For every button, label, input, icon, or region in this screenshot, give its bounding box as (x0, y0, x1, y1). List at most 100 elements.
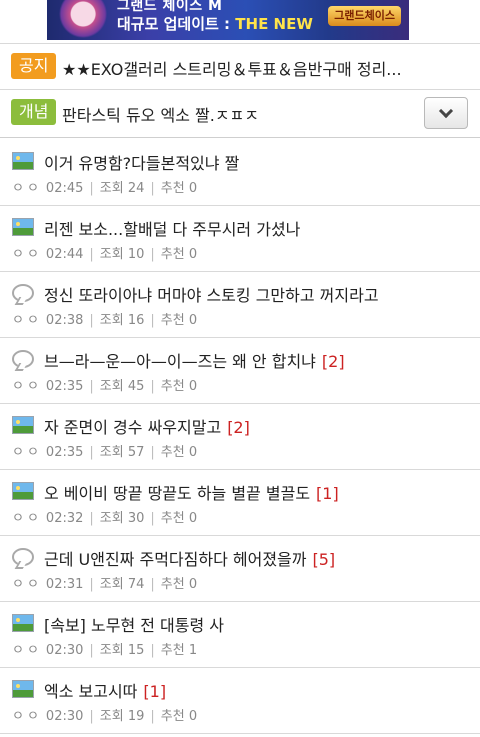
list-item[interactable]: 자 준면이 경수 싸우지말고 [2] ㅇㅇ 02:35 | 조회 57 | 추천 0 (0, 404, 480, 470)
post-author[interactable]: ㅇㅇ (12, 379, 42, 394)
post-views: 조회 15 (99, 643, 145, 658)
meta-divider: | (150, 379, 155, 394)
post-title[interactable]: 리젠 보소...할배덜 다 주무시러 가셨나 (44, 216, 306, 240)
meta-divider: | (89, 709, 94, 724)
post-meta: ㅇㅇ 02:32 | 조회 30 | 추천 0 (12, 507, 197, 526)
post-author[interactable]: ㅇㅇ (12, 445, 42, 460)
post-title-text: 이거 유명함?다들본적있냐 짤 (44, 154, 240, 173)
meta-divider: | (89, 511, 94, 526)
post-author[interactable]: ㅇㅇ (12, 313, 42, 328)
post-title-text: 리젠 보소...할배덜 다 주무시러 가셨나 (44, 220, 301, 239)
list-item[interactable]: 엑소 보고시따 [1] ㅇㅇ 02:30 | 조회 19 | 추천 0 (0, 668, 480, 734)
post-title[interactable]: 이거 유명함?다들본적있냐 짤 (44, 150, 245, 174)
post-views: 조회 45 (99, 379, 145, 394)
notice-row[interactable]: 공지 ★★EXO갤러리 스트리밍＆투표＆음반구매 정리... (0, 43, 480, 90)
meta-divider: | (89, 313, 94, 328)
concept-post-row[interactable]: 개념 판타스틱 듀오 엑소 짤.ㅈㅍㅈ (0, 90, 480, 138)
post-meta: ㅇㅇ 02:35 | 조회 57 | 추천 0 (12, 441, 197, 460)
meta-divider: | (150, 247, 155, 262)
comment-count: [1] (316, 484, 339, 503)
post-title-text: 자 준면이 경수 싸우지말고 (44, 418, 222, 437)
meta-divider: | (150, 511, 155, 526)
post-time: 02:30 (45, 643, 84, 658)
meta-divider: | (150, 577, 155, 592)
list-item[interactable]: 브—라—운—아—이—즈는 왜 안 합치냐 [2] ㅇㅇ 02:35 | 조회 45 | 추천 … (0, 338, 480, 404)
post-title[interactable]: 브—라—운—아—이—즈는 왜 안 합치냐 [2] (44, 348, 345, 372)
post-author[interactable]: ㅇㅇ (12, 247, 42, 262)
post-meta: ㅇㅇ 02:30 | 조회 15 | 추천 1 (12, 639, 197, 658)
post-meta: ㅇㅇ 02:35 | 조회 45 | 추천 0 (12, 375, 197, 394)
speech-bubble-icon (12, 350, 34, 368)
post-author[interactable]: ㅇㅇ (12, 511, 42, 526)
post-recommends: 추천 0 (160, 379, 198, 394)
image-icon (12, 218, 34, 236)
notice-title[interactable]: ★★EXO갤러리 스트리밍＆투표＆음반구매 정리... (62, 56, 407, 80)
post-meta: ㅇㅇ 02:30 | 조회 19 | 추천 0 (12, 705, 197, 724)
post-meta: ㅇㅇ 02:38 | 조회 16 | 추천 0 (12, 309, 197, 328)
post-time: 02:32 (45, 511, 84, 526)
post-author[interactable]: ㅇㅇ (12, 643, 42, 658)
post-views: 조회 10 (99, 247, 145, 262)
post-views: 조회 16 (99, 313, 145, 328)
image-icon (12, 416, 34, 434)
post-title-text: 브—라—운—아—이—즈는 왜 안 합치냐 (44, 352, 316, 371)
post-time: 02:35 (45, 445, 84, 460)
post-views: 조회 30 (99, 511, 145, 526)
post-title-text: [속보] 노무현 전 대통령 사 (44, 616, 225, 635)
banner-game-logo: 그랜드체이스 (328, 6, 401, 26)
ad-banner[interactable]: 그랜드 체이스 M 대규모 업데이트 : THE NEW 그랜드체이스 (47, 0, 409, 40)
post-recommends: 추천 1 (160, 643, 198, 658)
banner-subtitle-text: 대규모 업데이트 : (117, 15, 236, 33)
speech-bubble-icon (12, 548, 34, 566)
ad-banner-area: 그랜드 체이스 M 대규모 업데이트 : THE NEW 그랜드체이스 (0, 0, 480, 43)
post-title[interactable]: 자 준면이 경수 싸우지말고 [2] (44, 414, 250, 438)
post-list: 이거 유명함?다들본적있냐 짤 ㅇㅇ 02:45 | 조회 24 | 추천 0 리젠 보소..… (0, 140, 480, 734)
post-title[interactable]: 정신 또라이아냐 머마야 스토킹 그만하고 꺼지라고 (44, 282, 385, 306)
comment-count: [1] (143, 682, 167, 701)
post-recommends: 추천 0 (160, 511, 198, 526)
speech-bubble-icon (12, 284, 34, 302)
meta-divider: | (89, 181, 94, 196)
post-meta: ㅇㅇ 02:44 | 조회 10 | 추천 0 (12, 243, 197, 262)
post-views: 조회 57 (99, 445, 145, 460)
post-time: 02:44 (45, 247, 84, 262)
post-time: 02:35 (45, 379, 84, 394)
post-author[interactable]: ㅇㅇ (12, 577, 42, 592)
list-item[interactable]: [속보] 노무현 전 대통령 사 ㅇㅇ 02:30 | 조회 15 | 추천 1 (0, 602, 480, 668)
post-title[interactable]: 오 베이비 땅끝 땅끝도 하늘 별끝 별끌도 [1] (44, 480, 339, 504)
post-views: 조회 24 (99, 181, 145, 196)
post-recommends: 추천 0 (160, 445, 198, 460)
post-recommends: 추천 0 (160, 181, 198, 196)
list-item[interactable]: 오 베이비 땅끝 땅끝도 하늘 별끝 별끌도 [1] ㅇㅇ 02:32 | 조회 30 | 추… (0, 470, 480, 536)
concept-post-title[interactable]: 판타스틱 듀오 엑소 짤.ㅈㅍㅈ (62, 102, 407, 126)
expand-dropdown-button[interactable] (424, 97, 468, 129)
meta-divider: | (150, 709, 155, 724)
list-item[interactable]: 근데 U앤진짜 주먹다짐하다 헤어졌을까 [5] ㅇㅇ 02:31 | 조회 74 | 추천 … (0, 536, 480, 602)
banner-subtitle-highlight: THE NEW (235, 15, 313, 33)
list-item[interactable]: 이거 유명함?다들본적있냐 짤 ㅇㅇ 02:45 | 조회 24 | 추천 0 (0, 140, 480, 206)
post-author[interactable]: ㅇㅇ (12, 181, 42, 196)
chevron-down-icon (438, 103, 454, 118)
post-title[interactable]: [속보] 노무현 전 대통령 사 (44, 612, 230, 636)
post-title[interactable]: 엑소 보고시따 [1] (44, 678, 166, 702)
meta-divider: | (89, 445, 94, 460)
image-icon (12, 482, 34, 500)
meta-divider: | (150, 313, 155, 328)
image-icon (12, 152, 34, 170)
post-title-text: 오 베이비 땅끝 땅끝도 하늘 별끝 별끌도 (44, 484, 311, 503)
list-item[interactable]: 정신 또라이아냐 머마야 스토킹 그만하고 꺼지라고 ㅇㅇ 02:38 | 조회 16 |… (0, 272, 480, 338)
post-recommends: 추천 0 (160, 313, 198, 328)
image-icon (12, 680, 34, 698)
post-views: 조회 19 (99, 709, 145, 724)
post-time: 02:45 (45, 181, 84, 196)
meta-divider: | (89, 643, 94, 658)
post-title-text: 엑소 보고시따 (44, 682, 138, 701)
notice-tag: 공지 (11, 53, 57, 79)
post-author[interactable]: ㅇㅇ (12, 709, 42, 724)
post-recommends: 추천 0 (160, 577, 198, 592)
concept-tag: 개념 (11, 99, 57, 125)
list-item[interactable]: 리젠 보소...할배덜 다 주무시러 가셨나 ㅇㅇ 02:44 | 조회 10 | 추천 0 (0, 206, 480, 272)
post-time: 02:31 (45, 577, 84, 592)
comment-count: [5] (312, 550, 336, 569)
post-title[interactable]: 근데 U앤진짜 주먹다짐하다 헤어졌을까 [5] (44, 546, 335, 570)
